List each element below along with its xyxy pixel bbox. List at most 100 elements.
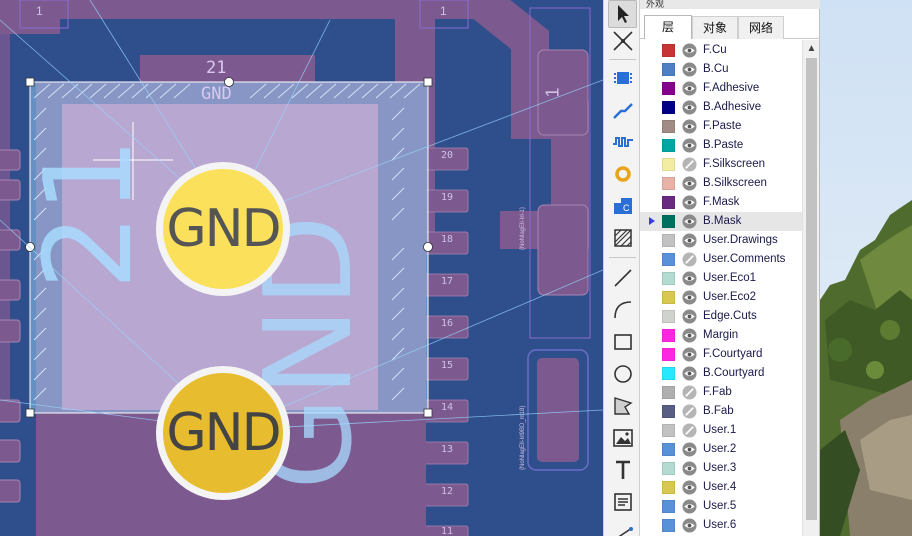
- eye-icon[interactable]: [682, 328, 697, 343]
- layer-color-swatch[interactable]: [662, 177, 675, 190]
- layer-row-f-mask[interactable]: F.Mask: [640, 193, 802, 212]
- layer-color-swatch[interactable]: [662, 234, 675, 247]
- layer-color-swatch[interactable]: [662, 139, 675, 152]
- layer-row-f-cu[interactable]: F.Cu: [640, 41, 802, 60]
- layer-row-margin[interactable]: Margin: [640, 326, 802, 345]
- layer-color-swatch[interactable]: [662, 101, 675, 114]
- eye-icon[interactable]: [682, 176, 697, 191]
- layer-color-swatch[interactable]: [662, 272, 675, 285]
- layer-row-b-adhesive[interactable]: B.Adhesive: [640, 98, 802, 117]
- add-image-icon[interactable]: [608, 424, 637, 452]
- eye-icon[interactable]: [682, 62, 697, 77]
- eye-hidden-icon[interactable]: [682, 157, 697, 172]
- scroll-up-icon[interactable]: ▲: [803, 40, 820, 57]
- layer-color-swatch[interactable]: [662, 405, 675, 418]
- layer-color-swatch[interactable]: [662, 500, 675, 513]
- eye-icon[interactable]: [682, 480, 697, 495]
- eye-icon[interactable]: [682, 119, 697, 134]
- layer-color-swatch[interactable]: [662, 215, 675, 228]
- layer-color-swatch[interactable]: [662, 63, 675, 76]
- eye-icon[interactable]: [682, 81, 697, 96]
- add-via-icon[interactable]: [608, 160, 637, 188]
- eye-icon[interactable]: [682, 461, 697, 476]
- layer-row-f-fab[interactable]: F.Fab: [640, 383, 802, 402]
- layer-row-user-2[interactable]: User.2: [640, 440, 802, 459]
- eye-icon[interactable]: [682, 309, 697, 324]
- layer-row-user-6[interactable]: User.6: [640, 516, 802, 535]
- layer-color-swatch[interactable]: [662, 44, 675, 57]
- layer-color-swatch[interactable]: [662, 120, 675, 133]
- eye-icon[interactable]: [682, 138, 697, 153]
- draw-line-icon[interactable]: [608, 264, 637, 292]
- eye-icon[interactable]: [682, 366, 697, 381]
- add-dimension-icon[interactable]: [608, 518, 637, 536]
- layer-color-swatch[interactable]: [662, 291, 675, 304]
- via-gnd-bottom[interactable]: GND: [156, 366, 290, 500]
- eye-icon[interactable]: [682, 442, 697, 457]
- eye-icon[interactable]: [682, 195, 697, 210]
- layer-list-scrollbar[interactable]: ▲: [802, 40, 819, 536]
- layer-row-f-paste[interactable]: F.Paste: [640, 117, 802, 136]
- eye-icon[interactable]: [682, 214, 697, 229]
- eye-hidden-icon[interactable]: [682, 404, 697, 419]
- eye-hidden-icon[interactable]: [682, 423, 697, 438]
- layer-color-swatch[interactable]: [662, 82, 675, 95]
- add-zone-icon[interactable]: C: [608, 192, 637, 220]
- add-rule-area-icon[interactable]: [608, 224, 637, 252]
- layer-color-swatch[interactable]: [662, 481, 675, 494]
- layer-row-f-silkscreen[interactable]: F.Silkscreen: [640, 155, 802, 174]
- layer-row-b-courtyard[interactable]: B.Courtyard: [640, 364, 802, 383]
- select-tool-icon[interactable]: [608, 0, 637, 28]
- layer-color-swatch[interactable]: [662, 424, 675, 437]
- eye-icon[interactable]: [682, 100, 697, 115]
- eye-hidden-icon[interactable]: [682, 252, 697, 267]
- draw-rectangle-icon[interactable]: [608, 328, 637, 356]
- layer-color-swatch[interactable]: [662, 462, 675, 475]
- eye-icon[interactable]: [682, 43, 697, 58]
- layer-row-b-mask[interactable]: B.Mask: [640, 212, 802, 231]
- layer-color-swatch[interactable]: [662, 348, 675, 361]
- layer-color-swatch[interactable]: [662, 329, 675, 342]
- draw-circle-icon[interactable]: [608, 360, 637, 388]
- eye-icon[interactable]: [682, 499, 697, 514]
- eye-icon[interactable]: [682, 347, 697, 362]
- layer-row-user-eco1[interactable]: User.Eco1: [640, 269, 802, 288]
- layer-color-swatch[interactable]: [662, 158, 675, 171]
- layer-color-swatch[interactable]: [662, 367, 675, 380]
- eye-icon[interactable]: [682, 518, 697, 533]
- layer-row-user-4[interactable]: User.4: [640, 478, 802, 497]
- add-textbox-icon[interactable]: [608, 488, 637, 516]
- tune-length-icon[interactable]: [608, 128, 637, 156]
- tab-layers[interactable]: 层: [644, 15, 692, 39]
- layer-row-user-comments[interactable]: User.Comments: [640, 250, 802, 269]
- layer-row-b-paste[interactable]: B.Paste: [640, 136, 802, 155]
- layer-color-swatch[interactable]: [662, 253, 675, 266]
- draw-arc-icon[interactable]: [608, 296, 637, 324]
- layer-row-user-3[interactable]: User.3: [640, 459, 802, 478]
- pcb-canvas[interactable]: 21 GND 21 GND GND GND 20 19 18 17 16 15 …: [0, 0, 603, 536]
- layer-color-swatch[interactable]: [662, 443, 675, 456]
- eye-icon[interactable]: [682, 233, 697, 248]
- layer-row-f-adhesive[interactable]: F.Adhesive: [640, 79, 802, 98]
- add-text-icon[interactable]: [608, 456, 637, 484]
- layer-color-swatch[interactable]: [662, 519, 675, 532]
- layer-color-swatch[interactable]: [662, 310, 675, 323]
- via-gnd-top[interactable]: GND: [156, 162, 290, 296]
- tab-objects[interactable]: 对象: [692, 16, 738, 39]
- layer-row-user-5[interactable]: User.5: [640, 497, 802, 516]
- eye-hidden-icon[interactable]: [682, 385, 697, 400]
- layer-row-user-drawings[interactable]: User.Drawings: [640, 231, 802, 250]
- layer-row-edge-cuts[interactable]: Edge.Cuts: [640, 307, 802, 326]
- layer-row-f-courtyard[interactable]: F.Courtyard: [640, 345, 802, 364]
- layer-row-user-1[interactable]: User.1: [640, 421, 802, 440]
- layer-row-b-cu[interactable]: B.Cu: [640, 60, 802, 79]
- layer-color-swatch[interactable]: [662, 196, 675, 209]
- layer-row-b-silkscreen[interactable]: B.Silkscreen: [640, 174, 802, 193]
- local-ratsnest-icon[interactable]: [608, 27, 637, 55]
- tab-nets[interactable]: 网络: [738, 16, 784, 39]
- route-track-icon[interactable]: [608, 96, 637, 124]
- draw-polygon-icon[interactable]: [608, 392, 637, 420]
- add-footprint-icon[interactable]: [608, 64, 637, 92]
- eye-icon[interactable]: [682, 271, 697, 286]
- layer-color-swatch[interactable]: [662, 386, 675, 399]
